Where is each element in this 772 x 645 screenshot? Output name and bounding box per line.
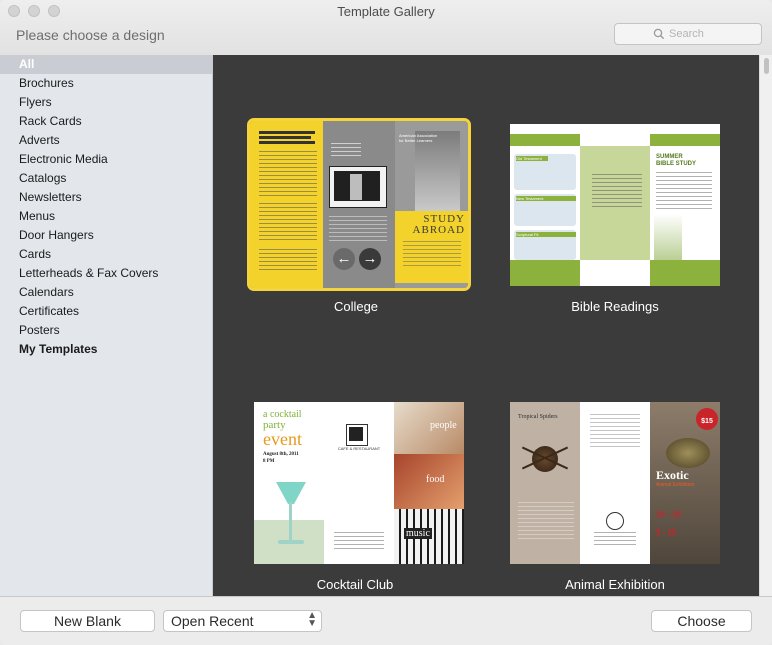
cocktail-glass-icon	[276, 482, 306, 504]
bible-cover-panel: SUMMER BIBLE STUDY	[650, 124, 720, 286]
animal-price-badge: $15	[696, 408, 718, 430]
college-middle-panel: ← →	[323, 121, 395, 288]
bible-tab-new: New Testament	[516, 196, 576, 201]
cocktail-food: food	[426, 474, 445, 485]
cocktail-music: music	[404, 528, 432, 539]
sidebar-item-door-hangers[interactable]: Door Hangers	[0, 226, 212, 245]
chameleon-icon	[666, 438, 710, 468]
bible-left-panel: Old Testament New Testament Scriptural F…	[510, 124, 580, 286]
sidebar-item-menus[interactable]: Menus	[0, 207, 212, 226]
cocktail-left-panel: a cocktail party event August 8th, 2011 …	[254, 402, 324, 564]
college-org-text: American Association for Better Learners	[399, 133, 438, 143]
college-cover-panel: American Association for Better Learners…	[395, 121, 468, 288]
sidebar-item-letterheads[interactable]: Letterheads & Fax Covers	[0, 264, 212, 283]
college-abroad-text: ABROAD	[412, 224, 465, 236]
template-label-college: College	[333, 299, 379, 314]
sidebar-item-rack-cards[interactable]: Rack Cards	[0, 112, 212, 131]
sidebar-item-cards[interactable]: Cards	[0, 245, 212, 264]
cocktail-middle-panel: CAFE & RESTAURANT	[324, 402, 394, 564]
template-gallery: ← → American Association for Better Lear…	[213, 55, 759, 596]
cocktail-photo-panel: people food music	[394, 402, 464, 564]
bible-heading: SUMMER BIBLE STUDY	[656, 154, 697, 167]
sidebar-item-newsletters[interactable]: Newsletters	[0, 188, 212, 207]
open-recent-dropdown[interactable]: Open Recent ▲ ▼	[163, 610, 322, 632]
cocktail-time: 8 PM	[263, 459, 275, 464]
sidebar-item-certificates[interactable]: Certificates	[0, 302, 212, 321]
arrow-left-icon: ←	[333, 248, 355, 270]
animal-exhibition-text: Animal Exhibition	[656, 482, 695, 488]
cocktail-people: people	[430, 420, 457, 431]
college-tower-photo	[329, 166, 387, 208]
choose-button[interactable]: Choose	[651, 610, 752, 632]
animal-left-panel: Tropical Spiders	[510, 402, 580, 564]
bible-tab-scriptural: Scriptural Fit	[516, 232, 576, 237]
sidebar-item-my-templates[interactable]: My Templates	[0, 340, 212, 359]
template-cocktail-club[interactable]: a cocktail party event August 8th, 2011 …	[254, 402, 464, 564]
cocktail-cafe-text: CAFE & RESTAURANT	[337, 446, 381, 451]
sidebar-item-calendars[interactable]: Calendars	[0, 283, 212, 302]
title-bar: Template Gallery Please choose a design	[0, 0, 772, 56]
template-college[interactable]: ← → American Association for Better Lear…	[247, 118, 471, 291]
sidebar-item-flyers[interactable]: Flyers	[0, 93, 212, 112]
animal-cover-panel: $15 Exotic Animal Exhibition 10 - 18 9 -…	[650, 402, 720, 564]
sidebar-item-adverts[interactable]: Adverts	[0, 131, 212, 150]
template-gallery-window: Template Gallery Please choose a design …	[0, 0, 772, 645]
template-bible-readings[interactable]: Old Testament New Testament Scriptural F…	[510, 124, 720, 286]
animal-dates-2: 9 - 20	[656, 528, 677, 537]
scrollbar-thumb[interactable]	[764, 58, 769, 74]
template-animal-exhibition[interactable]: Tropical Spiders $15 Exotic Animal Exhib…	[510, 402, 720, 564]
search-field[interactable]	[614, 23, 762, 45]
page-subtitle: Please choose a design	[16, 27, 165, 43]
sidebar-item-catalogs[interactable]: Catalogs	[0, 169, 212, 188]
bible-tab-old: Old Testament	[516, 156, 542, 161]
template-label-animal-exhibition: Animal Exhibition	[565, 577, 665, 592]
animal-exotic-text: Exotic	[656, 468, 689, 482]
bible-middle-panel	[580, 124, 650, 286]
cocktail-date: August 8th, 2011	[263, 452, 299, 457]
animal-tropical-text: Tropical Spiders	[518, 414, 558, 420]
template-label-cocktail-club: Cocktail Club	[316, 577, 394, 592]
cocktail-event: event	[263, 429, 302, 449]
sidebar-item-brochures[interactable]: Brochures	[0, 74, 212, 93]
search-input[interactable]	[669, 26, 757, 42]
category-sidebar: All Brochures Flyers Rack Cards Adverts …	[0, 55, 213, 596]
search-icon	[653, 28, 665, 40]
sidebar-item-posters[interactable]: Posters	[0, 321, 212, 340]
sidebar-item-all[interactable]: All	[0, 55, 212, 74]
sidebar-item-electronic-media[interactable]: Electronic Media	[0, 150, 212, 169]
animal-dates-1: 10 - 18	[656, 510, 681, 519]
arrow-right-icon: →	[359, 248, 381, 270]
chevron-updown-icon: ▲ ▼	[307, 610, 317, 629]
window-title: Template Gallery	[337, 4, 435, 19]
open-recent-label: Open Recent	[171, 613, 254, 629]
bottom-toolbar: New Blank Open Recent ▲ ▼ Choose	[0, 596, 772, 645]
college-text-panel	[250, 121, 323, 288]
animal-middle-panel	[580, 402, 650, 564]
gallery-scrollbar[interactable]	[759, 55, 772, 596]
template-label-bible-readings: Bible Readings	[571, 299, 659, 314]
new-blank-button[interactable]: New Blank	[20, 610, 155, 632]
